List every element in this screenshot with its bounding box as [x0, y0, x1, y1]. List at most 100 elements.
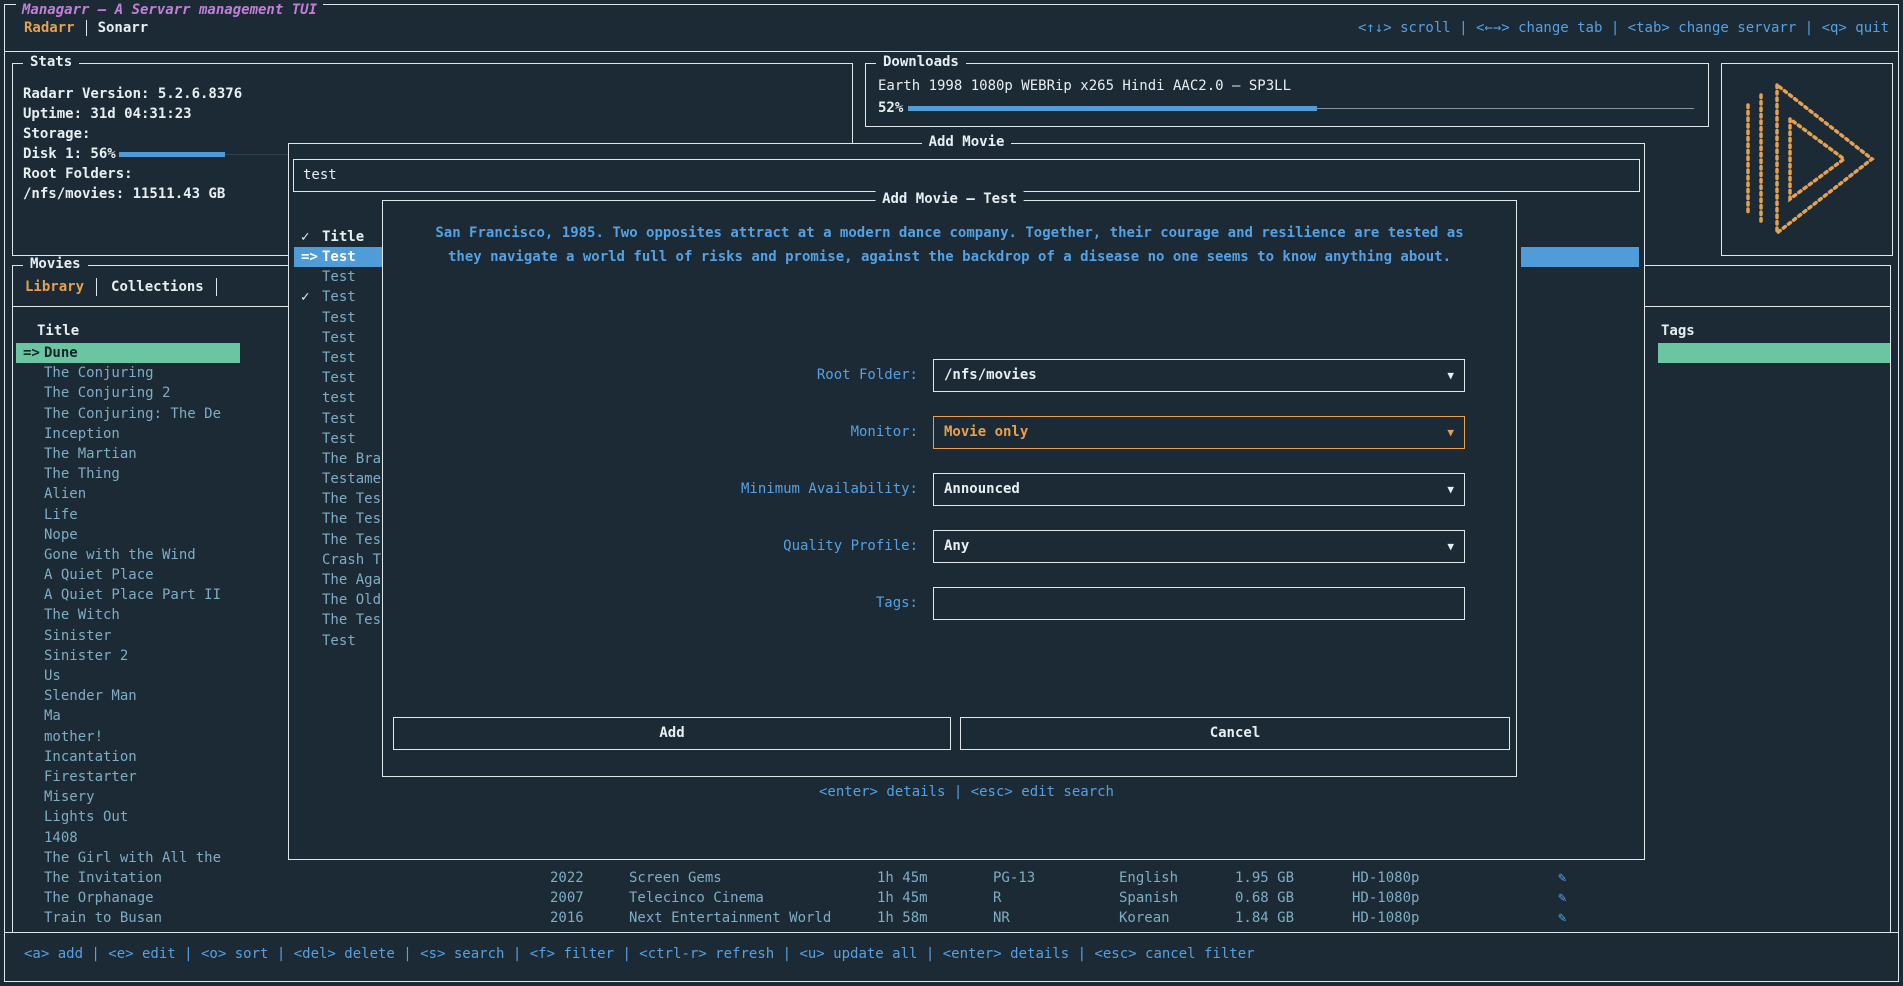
movie-list-item[interactable]: The Conjuring 2	[16, 383, 240, 403]
movie-title: Nope	[44, 527, 78, 543]
movie-year: 2007	[550, 888, 584, 908]
cancel-button[interactable]: Cancel	[960, 717, 1510, 750]
add-movie-panel-title: Add Movie	[922, 134, 1012, 150]
movie-list-item[interactable]: Nope	[16, 525, 240, 545]
field-dropdown[interactable]: Movie only ▼	[933, 416, 1465, 449]
movie-list-item[interactable]: =>Dune	[16, 343, 240, 363]
search-input[interactable]: test	[293, 159, 1640, 192]
movie-table-row[interactable]: 2022 Screen Gems 1h 45m PG-13 English 1.…	[13, 868, 1888, 888]
movie-language: Korean	[1119, 908, 1170, 928]
movie-list-item[interactable]: Lights Out	[16, 807, 240, 827]
result-title: Test	[322, 633, 356, 649]
movie-title: The Thing	[44, 466, 120, 482]
logo-panel	[1721, 63, 1893, 256]
field-dropdown[interactable]: Announced ▼	[933, 473, 1465, 506]
movie-list-item[interactable]: Firestarter	[16, 767, 240, 787]
movie-table-row[interactable]: 2016 Next Entertainment World 1h 58m NR …	[13, 908, 1888, 928]
servarr-tab[interactable]: Radarr	[24, 20, 75, 36]
movie-title: Us	[44, 668, 61, 684]
movie-title: The Girl with All the	[44, 850, 221, 866]
movie-list-item[interactable]: Sinister	[16, 626, 240, 646]
result-title: Crash Te	[322, 552, 389, 568]
movie-list-item[interactable]: A Quiet Place	[16, 565, 240, 585]
field-label: Minimum Availability:	[383, 473, 918, 506]
movie-list-item[interactable]: Incantation	[16, 747, 240, 767]
movies-tab[interactable]: Collections	[109, 278, 217, 296]
movie-language: English	[1119, 868, 1178, 888]
field-value: Movie only	[944, 417, 1028, 448]
check-icon: ✓	[294, 227, 322, 247]
servarr-tab[interactable]: Sonarr	[86, 20, 149, 36]
movie-title: mother!	[44, 729, 103, 745]
movie-list-item[interactable]: Inception	[16, 424, 240, 444]
movie-overview-line2: they navigate a world full of risks and …	[403, 245, 1496, 269]
field-label: Monitor:	[383, 416, 918, 449]
gauge-fill	[908, 106, 1317, 111]
tags-column-header: Tags	[1661, 321, 1695, 341]
selected-row-tags-highlight	[1658, 343, 1890, 363]
field-dropdown[interactable]: Any ▼	[933, 530, 1465, 563]
movie-runtime: 1h 58m	[877, 908, 928, 928]
movie-list-item[interactable]: Alien	[16, 484, 240, 504]
managarr-app: Managarr — A Servarr management TUI Rada…	[0, 0, 1903, 986]
movie-list-item[interactable]: Sinister 2	[16, 646, 240, 666]
download-item-title: Earth 1998 1080p WEBRip x265 Hindi AAC2.…	[878, 76, 1291, 96]
movie-list-item[interactable]: The Conjuring	[16, 363, 240, 383]
movie-size: 1.95 GB	[1235, 868, 1294, 888]
storage-heading: Storage:	[23, 124, 90, 144]
movie-list-item[interactable]: mother!	[16, 727, 240, 747]
app-title: Managarr — A Servarr management TUI	[16, 0, 323, 20]
disk-usage-gauge	[119, 144, 309, 164]
disk-usage-label: Disk 1: 56%	[23, 144, 116, 164]
movie-title: Dune	[44, 345, 78, 361]
movie-list-item[interactable]: The Thing	[16, 464, 240, 484]
movie-list-item[interactable]: A Quiet Place Part II	[16, 585, 240, 605]
field-dropdown[interactable]: /nfs/movies ▼	[933, 359, 1465, 392]
movie-list-item[interactable]: The Martian	[16, 444, 240, 464]
chevron-down-icon: ▼	[1447, 474, 1454, 505]
footer-keybindings: <a> add | <e> edit | <o> sort | <del> de…	[24, 944, 1255, 964]
movie-list-item[interactable]: 1408	[16, 828, 240, 848]
movie-title: The Conjuring	[44, 365, 154, 381]
movie-list-item[interactable]: Ma	[16, 706, 240, 726]
movie-list-item[interactable]: The Girl with All the	[16, 848, 240, 868]
downloads-panel: Downloads Earth 1998 1080p WEBRip x265 H…	[865, 63, 1709, 127]
movie-title: The Conjuring: The De	[44, 406, 221, 422]
movie-title: Slender Man	[44, 688, 137, 704]
movies-tab[interactable]: Library	[23, 278, 97, 296]
footer-divider	[5, 932, 1898, 933]
chevron-down-icon: ▼	[1447, 417, 1454, 448]
result-title: The Test	[322, 511, 389, 527]
movies-panel-title: Movies	[23, 256, 88, 272]
movie-list-item[interactable]: The Witch	[16, 605, 240, 625]
result-title: Test	[322, 370, 356, 386]
movie-title: Ma	[44, 708, 61, 724]
result-title: test	[322, 390, 356, 406]
result-title: The Bran	[322, 451, 389, 467]
movie-title: Misery	[44, 789, 95, 805]
movie-table-row[interactable]: 2007 Telecinco Cinema 1h 45m R Spanish 0…	[13, 888, 1888, 908]
movie-list-item[interactable]: Life	[16, 505, 240, 525]
result-title: Test	[322, 310, 356, 326]
chevron-down-icon: ▼	[1447, 531, 1454, 562]
movie-list-item[interactable]: Slender Man	[16, 686, 240, 706]
movie-table-rows: 2022 Screen Gems 1h 45m PG-13 English 1.…	[13, 868, 1888, 929]
form-field-row: Monitor: Movie only ▼	[383, 416, 1516, 449]
movie-language: Spanish	[1119, 888, 1178, 908]
movie-title: Lights Out	[44, 809, 128, 825]
movie-list-item[interactable]: Gone with the Wind	[16, 545, 240, 565]
movie-studio: Telecinco Cinema	[629, 888, 764, 908]
movie-size: 0.68 GB	[1235, 888, 1294, 908]
movie-title: 1408	[44, 830, 78, 846]
result-title: The Old	[322, 592, 381, 608]
movie-list-item[interactable]: Misery	[16, 787, 240, 807]
movie-rating: NR	[993, 908, 1010, 928]
movie-list-item[interactable]: The Conjuring: The De	[16, 404, 240, 424]
movie-quality-profile: HD-1080p	[1352, 908, 1419, 928]
add-movie-modal: Add Movie — Test San Francisco, 1985. Tw…	[382, 200, 1517, 777]
field-value: Any	[944, 531, 969, 562]
add-button[interactable]: Add	[393, 717, 951, 750]
movie-title: Gone with the Wind	[44, 547, 196, 563]
movie-list-item[interactable]: Us	[16, 666, 240, 686]
field-dropdown[interactable]	[933, 587, 1465, 620]
